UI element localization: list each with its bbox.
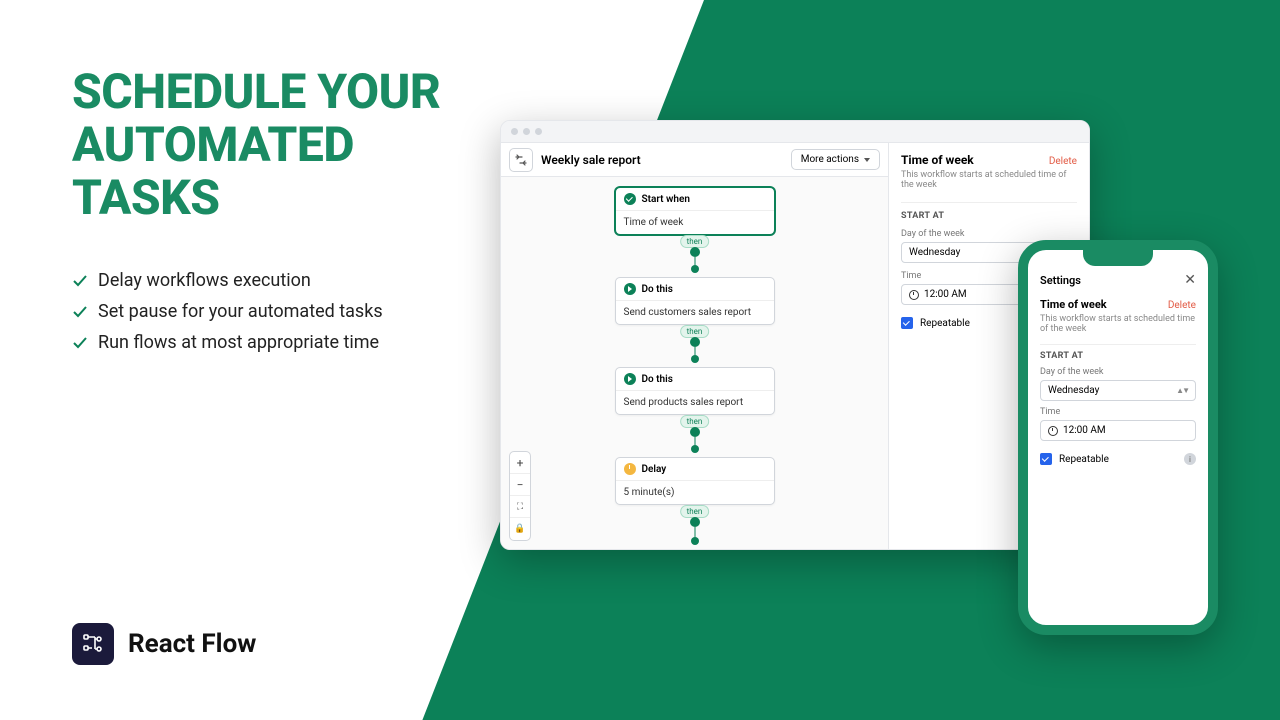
connector-handle-icon[interactable] — [691, 537, 699, 545]
time-value: 12:00 AM — [1063, 425, 1106, 436]
day-field-label: Day of the week — [901, 229, 1077, 239]
connector-delete-icon[interactable] — [690, 427, 700, 437]
headline: SCHEDULE YOUR AUTOMATED TASKS — [72, 66, 440, 224]
node-body-label: Send products sales report — [616, 391, 774, 414]
node-head-label: Start when — [642, 194, 690, 205]
zoom-out-button[interactable]: − — [510, 474, 530, 496]
sidebar-section-heading: START AT — [901, 202, 1077, 221]
day-select-value: Wednesday — [909, 247, 960, 258]
workflow-title: Weekly sale report — [541, 153, 783, 167]
traffic-light-dot — [523, 128, 530, 135]
mobile-section-heading: START AT — [1040, 344, 1196, 361]
select-caret-icon: ▲▼ — [1176, 386, 1188, 395]
mobile-app-frame: Settings ✕ Time of week Delete This work… — [1018, 240, 1218, 635]
bullet-text: Delay workflows execution — [98, 270, 311, 291]
feature-bullets: Delay workflows execution Set pause for … — [72, 270, 383, 363]
sidebar-toggle-button[interactable] — [509, 148, 533, 172]
workflow-canvas[interactable]: Start when Time of week then Do this Sen… — [501, 177, 888, 549]
desktop-app-window: Weekly sale report More actions Start wh… — [500, 120, 1090, 550]
flow-node-start[interactable]: Start when Time of week — [615, 187, 775, 235]
bullet-text: Set pause for your automated tasks — [98, 301, 383, 322]
repeatable-checkbox[interactable] — [901, 317, 913, 329]
node-body-label: Time of week — [616, 211, 774, 234]
play-circle-icon — [624, 373, 636, 385]
repeatable-checkbox[interactable] — [1040, 453, 1052, 465]
node-head-label: Delay — [642, 464, 667, 475]
zoom-controls: + − ⛶ 🔒 — [509, 451, 531, 541]
traffic-light-dot — [535, 128, 542, 135]
headline-line-2: AUTOMATED — [72, 119, 440, 172]
play-circle-icon — [624, 283, 636, 295]
node-head-label: Do this — [642, 284, 673, 295]
zoom-fit-button[interactable]: ⛶ — [510, 496, 530, 518]
day-select-value: Wednesday — [1048, 385, 1099, 396]
day-select[interactable]: Wednesday ▲▼ — [1040, 380, 1196, 401]
brand-logo-icon — [72, 623, 114, 665]
connector-delete-icon[interactable] — [690, 517, 700, 527]
connector-delete-icon[interactable] — [690, 337, 700, 347]
flow-node-action[interactable]: Do this Send customers sales report — [615, 277, 775, 325]
node-body-label: 5 minute(s) — [616, 481, 774, 504]
bullet-item: Set pause for your automated tasks — [72, 301, 383, 322]
info-icon[interactable]: i — [1184, 453, 1196, 465]
flow-node-delay[interactable]: Delay 5 minute(s) — [615, 457, 775, 505]
time-value: 12:00 AM — [924, 289, 967, 300]
clock-circle-icon — [624, 463, 636, 475]
mobile-panel-title: Time of week — [1040, 298, 1107, 311]
flow-node-action[interactable]: Do this Send products sales report — [615, 367, 775, 415]
repeatable-label: Repeatable — [920, 318, 970, 329]
window-titlebar — [501, 121, 1089, 143]
zoom-in-button[interactable]: + — [510, 452, 530, 474]
node-body-label: Send customers sales report — [616, 301, 774, 324]
sidebar-title: Time of week — [901, 153, 974, 167]
close-button[interactable]: ✕ — [1184, 272, 1196, 288]
delete-button[interactable]: Delete — [1049, 156, 1077, 167]
delete-button[interactable]: Delete — [1168, 300, 1196, 311]
node-head-label: Do this — [642, 374, 673, 385]
mobile-screen-title: Settings — [1040, 274, 1081, 287]
more-actions-label: More actions — [801, 154, 859, 165]
connector-delete-icon[interactable] — [690, 247, 700, 257]
time-input[interactable]: 12:00 AM — [1040, 420, 1196, 441]
phone-notch — [1083, 250, 1153, 266]
clock-icon — [1048, 426, 1058, 436]
bullet-item: Delay workflows execution — [72, 270, 383, 291]
headline-line-1: SCHEDULE YOUR — [72, 66, 440, 119]
menu-icon — [515, 154, 527, 166]
check-icon — [72, 335, 88, 351]
connector-handle-icon[interactable] — [691, 265, 699, 273]
check-icon — [72, 304, 88, 320]
bullet-item: Run flows at most appropriate time — [72, 332, 383, 353]
zoom-lock-button[interactable]: 🔒 — [510, 518, 530, 540]
workflow-topbar: Weekly sale report More actions — [501, 143, 888, 177]
connector-handle-icon[interactable] — [691, 445, 699, 453]
repeatable-label: Repeatable — [1059, 454, 1109, 465]
mobile-description: This workflow starts at scheduled time o… — [1040, 314, 1196, 334]
time-field-label: Time — [1040, 407, 1196, 417]
brand-lockup: React Flow — [72, 623, 256, 665]
connector-handle-icon[interactable] — [691, 355, 699, 363]
bullet-text: Run flows at most appropriate time — [98, 332, 379, 353]
day-field-label: Day of the week — [1040, 367, 1196, 377]
sidebar-description: This workflow starts at scheduled time o… — [901, 170, 1077, 190]
check-circle-icon — [624, 193, 636, 205]
brand-name: React Flow — [128, 629, 256, 659]
clock-icon — [909, 290, 919, 300]
chevron-down-icon — [864, 158, 870, 162]
more-actions-button[interactable]: More actions — [791, 149, 880, 170]
traffic-light-dot — [511, 128, 518, 135]
check-icon — [72, 273, 88, 289]
headline-line-3: TASKS — [72, 172, 440, 225]
